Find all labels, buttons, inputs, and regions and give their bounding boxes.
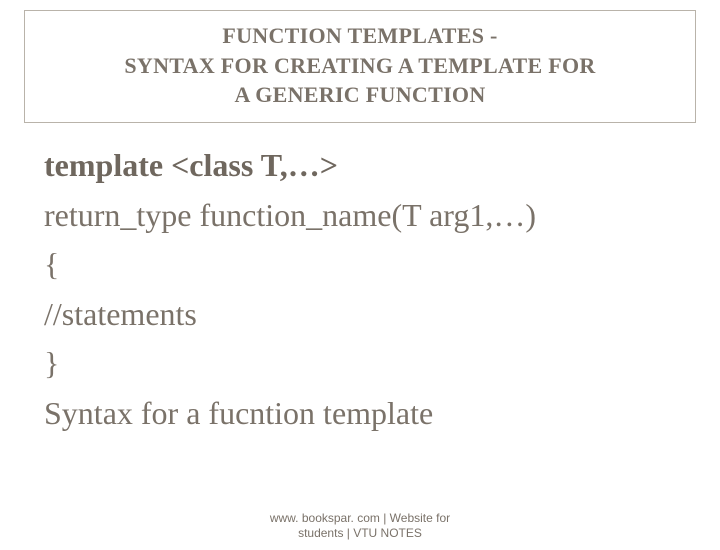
slide-footer: www. bookspar. com | Website for student… (0, 511, 720, 542)
code-line-close-brace: } (44, 339, 676, 389)
code-line-open-brace: { (44, 240, 676, 290)
code-line-template: template <class T,…> (44, 141, 676, 191)
title-line-3: A GENERIC FUNCTION (39, 80, 681, 110)
code-line-statements: //statements (44, 290, 676, 340)
title-line-2: SYNTAX FOR CREATING A TEMPLATE FOR (39, 51, 681, 81)
title-line-1: FUNCTION TEMPLATES - (39, 21, 681, 51)
slide-title-box: FUNCTION TEMPLATES - SYNTAX FOR CREATING… (24, 10, 696, 123)
footer-line-1: www. bookspar. com | Website for (0, 511, 720, 527)
caption-line: Syntax for a fucntion template (44, 389, 676, 439)
code-line-signature: return_type function_name(T arg1,…) (44, 191, 676, 241)
slide-content: template <class T,…> return_type functio… (0, 123, 720, 439)
